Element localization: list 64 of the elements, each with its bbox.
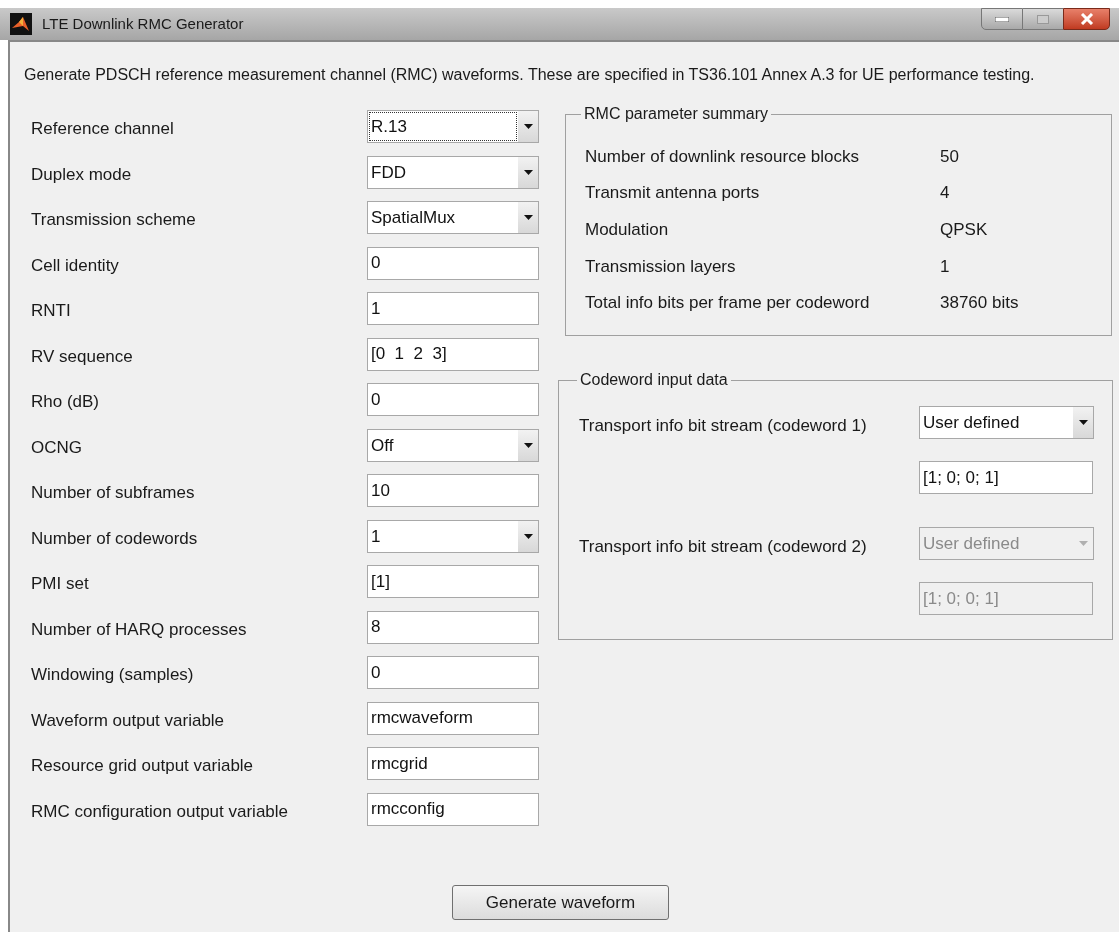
parameter-value: 1 xyxy=(940,255,950,278)
dropdown-arrow-icon xyxy=(523,169,533,175)
parameter-value: 38760 bits xyxy=(940,292,1019,315)
field-label: Number of subframes xyxy=(31,482,196,504)
close-button[interactable] xyxy=(1063,8,1110,30)
input-field[interactable]: 0 xyxy=(367,246,539,280)
dropdown-arrow-icon xyxy=(1078,541,1088,547)
input-field[interactable]: [0 1 2 3] xyxy=(367,337,539,371)
description-text: Generate PDSCH reference measurement channel (RMC) waveforms. These are specified in TS36.101 Annex A.3 for UE performance testing. xyxy=(23,65,1036,85)
input-field[interactable]: rmcconfig xyxy=(367,792,539,826)
field-label: Number of codewords xyxy=(31,527,199,550)
parameter-value: 4 xyxy=(940,182,950,205)
input-field[interactable]: [1; 0; 0; 1] xyxy=(919,461,1093,495)
minimize-button[interactable] xyxy=(981,8,1023,30)
field-label: Transmission scheme xyxy=(31,209,197,231)
input-field[interactable]: 10 xyxy=(367,474,539,508)
field-label: Reference channel xyxy=(31,118,175,140)
parameter-value: QPSK xyxy=(940,218,988,241)
field-label: RMC configuration output variable xyxy=(31,800,290,823)
generate-waveform-button[interactable]: Generate waveform xyxy=(452,885,669,920)
dropdown-arrow-icon xyxy=(523,533,533,539)
dropdown-arrow-icon xyxy=(523,124,533,130)
group-title: RMC parameter summary xyxy=(583,104,770,124)
dropdown[interactable]: 1 xyxy=(367,519,539,553)
minimize-icon xyxy=(995,16,1009,22)
parameter-value: 50 xyxy=(940,145,959,168)
dropdown-arrow-icon xyxy=(1078,420,1088,426)
field-label: Resource grid output variable xyxy=(31,755,255,777)
input-field[interactable]: 8 xyxy=(367,610,539,644)
input-field[interactable]: [1] xyxy=(367,565,539,599)
field-label: RV sequence xyxy=(31,345,134,368)
field-label: Waveform output variable xyxy=(31,709,226,732)
field-label: Rho (dB) xyxy=(31,391,101,413)
field-label: OCNG xyxy=(31,436,83,459)
field-label: Windowing (samples) xyxy=(31,664,195,686)
dropdown-arrow-icon xyxy=(523,442,533,448)
parameter-label: Transmit antenna ports xyxy=(585,182,761,205)
field-label: RNTI xyxy=(31,300,72,322)
dropdown[interactable]: R.13 xyxy=(367,110,539,144)
window-title: LTE Downlink RMC Generator xyxy=(42,13,244,34)
dropdown[interactable]: SpatialMux xyxy=(367,201,539,235)
maximize-icon xyxy=(1037,14,1049,24)
input-field[interactable]: rmcwaveform xyxy=(367,701,539,735)
dropdown[interactable]: User defined xyxy=(919,406,1094,440)
field-label: Duplex mode xyxy=(31,163,133,186)
field-label: PMI set xyxy=(31,573,90,595)
dropdown[interactable]: FDD xyxy=(367,155,539,189)
input-field[interactable]: 1 xyxy=(367,292,539,326)
parameter-label: Transmission layers xyxy=(585,255,737,278)
field-label: Cell identity xyxy=(31,254,120,277)
parameter-label: Number of downlink resource blocks xyxy=(585,145,860,168)
stream-label: Transport info bit stream (codeword 2) xyxy=(579,536,868,559)
dropdown-arrow-icon xyxy=(523,215,533,221)
group-title: Codeword input data xyxy=(579,370,729,391)
app-logo-icon xyxy=(10,13,32,35)
input-field[interactable]: 0 xyxy=(367,383,539,417)
dropdown[interactable]: Off xyxy=(367,428,539,462)
stream-label: Transport info bit stream (codeword 1) xyxy=(579,415,868,438)
parameter-label: Total info bits per frame per codeword xyxy=(585,292,871,315)
field-label: Number of HARQ processes xyxy=(31,618,248,641)
input-field[interactable]: rmcgrid xyxy=(367,747,539,781)
parameter-label: Modulation xyxy=(585,218,670,241)
close-icon xyxy=(1079,13,1094,25)
input-field[interactable]: 0 xyxy=(367,656,539,690)
